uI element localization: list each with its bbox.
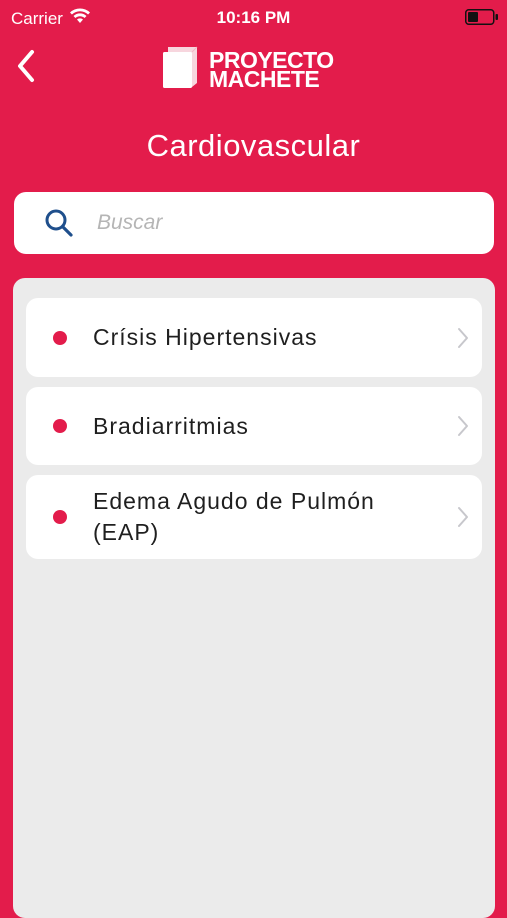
logo-text: PROYECTO MACHETE [209, 48, 334, 92]
bullet-dot-icon [53, 330, 67, 345]
book-icon [161, 45, 199, 94]
status-time: 10:16 PM [216, 8, 291, 27]
bullet-dot-icon [53, 510, 67, 524]
topic-list: Crísis Hipertensivas Bradiarritmias Edem… [26, 298, 482, 569]
content-panel: Crísis Hipertensivas Bradiarritmias Edem… [13, 278, 495, 918]
chevron-left-icon [16, 49, 36, 88]
logo-line-2: MACHETE [209, 65, 320, 92]
list-item[interactable]: Bradiarritmias [26, 387, 482, 465]
chevron-right-icon [456, 505, 470, 529]
page-title: Cardiovascular [146, 128, 361, 163]
list-item[interactable]: Crísis Hipertensivas [26, 298, 482, 377]
search-input[interactable] [95, 210, 459, 236]
list-item-label: Bradiarritmias [93, 412, 249, 439]
chevron-right-icon [456, 414, 470, 438]
status-bar: Carrier 10:16 PM [0, 0, 507, 36]
bullet-dot-icon [53, 419, 67, 433]
search-icon [43, 207, 75, 239]
list-item-label: Edema Agudo de Pulmón (EAP) [93, 488, 375, 545]
back-button[interactable] [8, 48, 44, 88]
battery-icon [465, 9, 498, 25]
chevron-right-icon [456, 326, 470, 350]
app-logo: PROYECTO MACHETE [161, 45, 334, 94]
search-bar[interactable] [14, 192, 494, 254]
list-item[interactable]: Edema Agudo de Pulmón (EAP) [26, 475, 482, 559]
list-item-label: Crísis Hipertensivas [93, 324, 318, 350]
